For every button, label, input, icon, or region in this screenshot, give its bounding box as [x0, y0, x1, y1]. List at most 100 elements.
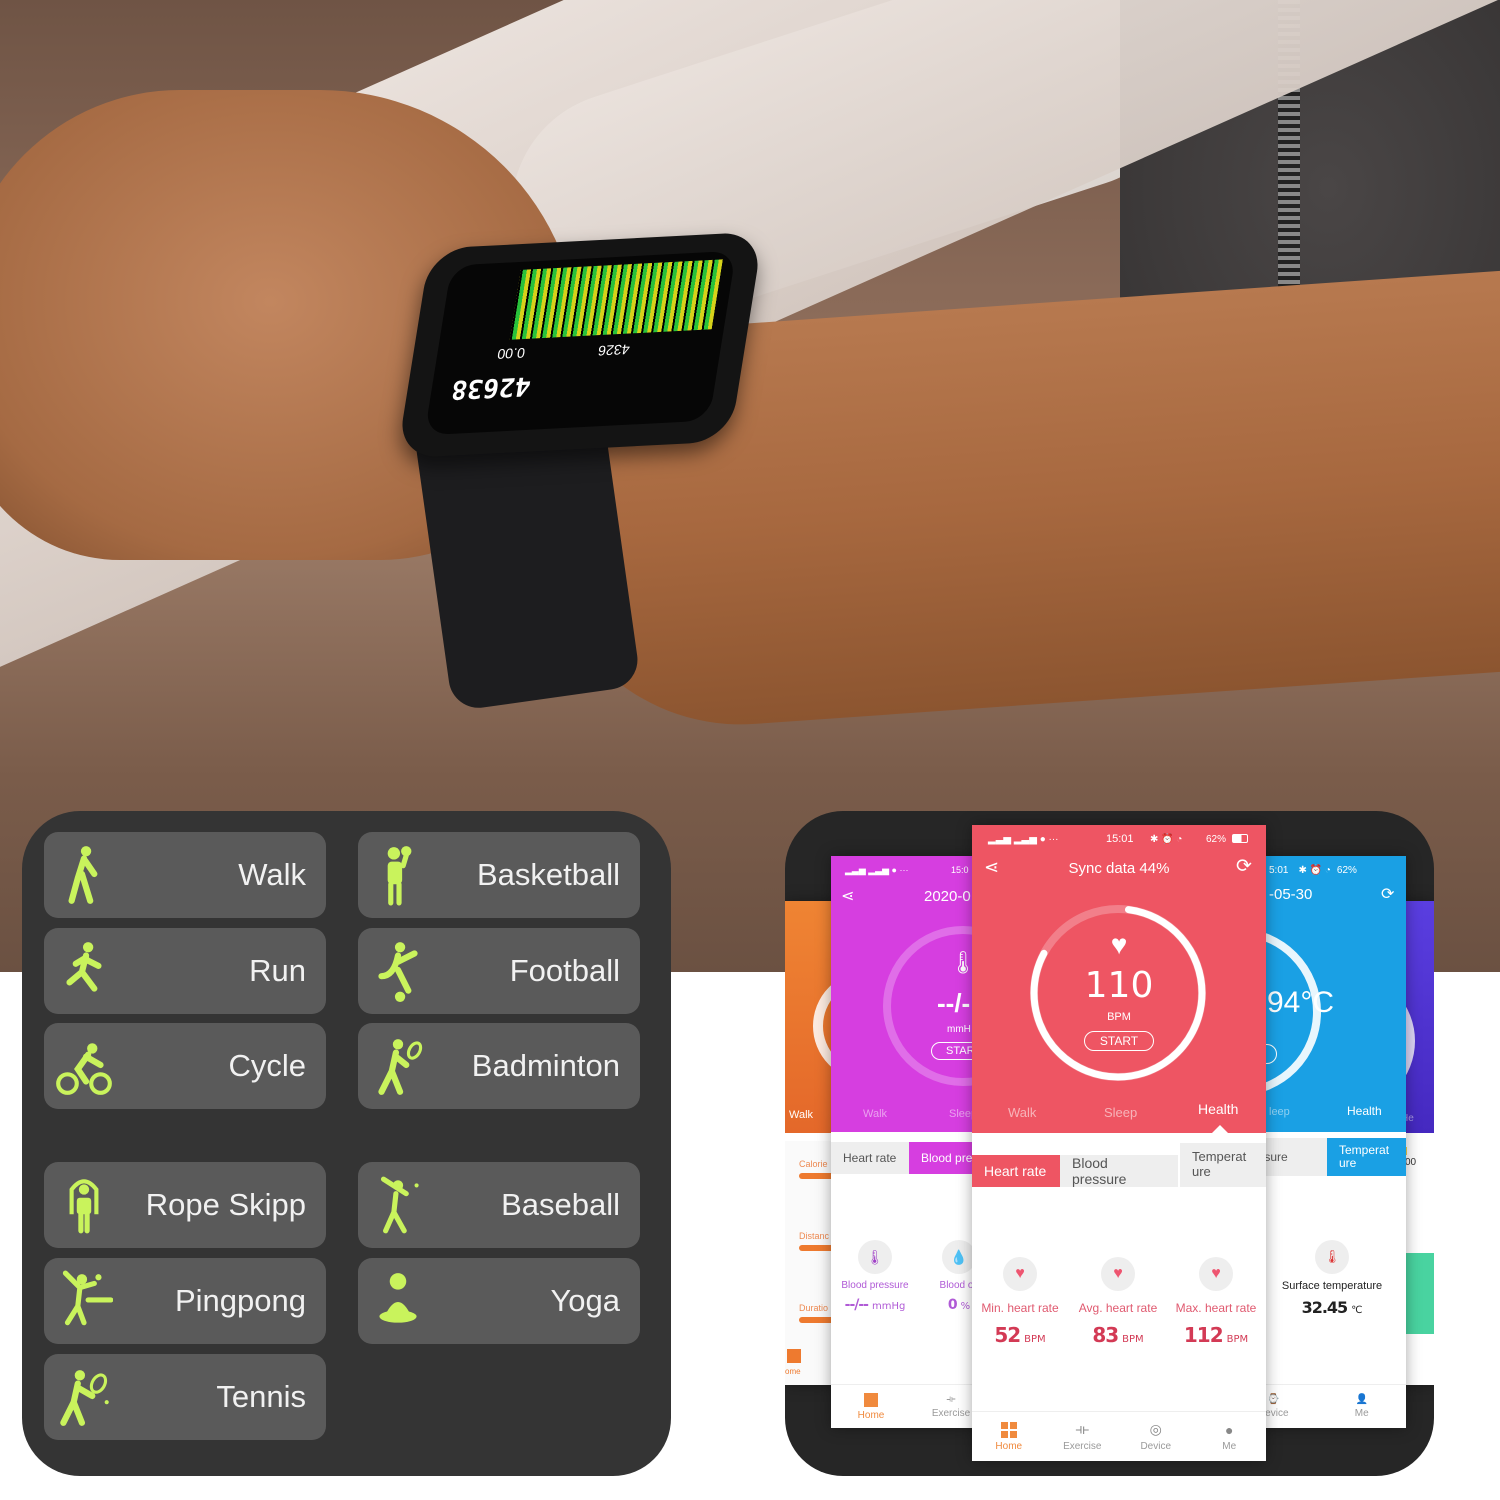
tab-sleep[interactable]: leep [1269, 1106, 1290, 1118]
sport-mode-basketball[interactable]: Basketball [358, 832, 640, 918]
walk-item: Duratio [799, 1303, 829, 1313]
nav-device[interactable]: ◎ Device [1119, 1412, 1193, 1461]
heart-rate-value: 110 [1084, 965, 1154, 1006]
stat-surface-temperature: 🌡 Surface temperature 32.45 ℃ [1267, 1240, 1397, 1317]
bottom-nav: Home ⟛ Exercise ◎ Device ● Me [972, 1411, 1266, 1461]
badminton-icon [366, 1031, 430, 1101]
app-screens-panel: Walk Calorie Distanc Duratio ome ▂▃▅ ▂▃▅… [785, 811, 1434, 1476]
watch-icon: ⌚ [1267, 1394, 1280, 1405]
sport-mode-football[interactable]: Football [358, 928, 640, 1014]
pingpong-icon [52, 1266, 116, 1336]
date-title: -05-30 [1269, 886, 1313, 903]
nav-me[interactable]: 👤 Me [1318, 1385, 1407, 1428]
tab-sleep[interactable]: Sleep [1104, 1105, 1137, 1120]
walk-icon [52, 840, 116, 910]
status-time: 15:01 [1106, 833, 1134, 845]
tab-walk[interactable]: Walk [1008, 1105, 1036, 1120]
tab-walk[interactable]: Walk [863, 1108, 887, 1120]
battery-level: 62% [1206, 833, 1227, 845]
nav-home[interactable]: Home [972, 1412, 1046, 1461]
tab-health[interactable]: Health [1347, 1104, 1382, 1118]
tennis-icon [52, 1362, 116, 1432]
phone-heart-rate-screen: ▂▃▅ ▂▃▅ ● ··· 15:01 ✱ ⏰ ◔ 62% ⋖ Sync dat… [972, 825, 1266, 1461]
signal-icon: ▂▃▅ ▂▃▅ ● ··· [988, 833, 1059, 845]
dumbbell-icon: ⟛ [1075, 1421, 1090, 1438]
subtab-heart-rate[interactable]: Heart rate [972, 1155, 1060, 1187]
walk-item: Distanc [799, 1231, 830, 1241]
sport-label: Tennis [216, 1379, 306, 1414]
subtab-heart-rate[interactable]: Heart rate [831, 1142, 909, 1174]
refresh-icon[interactable]: ⟳ [1236, 855, 1252, 878]
sport-label: Badminton [471, 1048, 620, 1083]
nav-home[interactable]: ome [785, 1367, 801, 1376]
temp-reading: 94°C [1267, 986, 1335, 1019]
start-measure-button[interactable]: START [1084, 1031, 1154, 1051]
thermometer-icon: 🌡 [1315, 1240, 1349, 1274]
status-icons: ✱ ⏰ ◔ [1150, 833, 1183, 845]
sport-mode-walk[interactable]: Walk [44, 832, 326, 918]
cycle-icon [52, 1031, 116, 1101]
sport-mode-yoga[interactable]: Yoga [358, 1258, 640, 1344]
status-time: 15:0 [951, 865, 969, 875]
nav-home[interactable]: Home [831, 1385, 911, 1428]
sports-modes-panel: Walk Basketball Run Football Cycle Badminton R… [22, 811, 671, 1476]
stat-max-heart-rate: ♥ Max. heart rate 112 BPM [1168, 1257, 1264, 1347]
sport-label: Cycle [228, 1048, 306, 1083]
yoga-icon [366, 1266, 430, 1336]
sport-mode-pingpong[interactable]: Pingpong [44, 1258, 326, 1344]
sport-mode-cycle[interactable]: Cycle [44, 1023, 326, 1109]
nav-exercise[interactable]: ⟛ Exercise [1046, 1412, 1120, 1461]
sport-mode-badminton[interactable]: Badminton [358, 1023, 640, 1109]
sport-label: Run [249, 953, 306, 988]
stat-blood-pressure: 🌡 Blood pressure --/-- mmHg [831, 1240, 923, 1313]
home-icon[interactable] [787, 1349, 801, 1363]
active-tab-indicator [1212, 1125, 1228, 1133]
heart-icon: ♥ [1101, 1257, 1135, 1291]
tab-walk[interactable]: Walk [789, 1109, 813, 1121]
sport-mode-rope-skipp[interactable]: Rope Skipp [44, 1162, 326, 1248]
person-icon: 👤 [1355, 1394, 1368, 1405]
heart-icon: ♥ [1110, 929, 1128, 960]
subtab-blood-pressure[interactable]: Blood pressure [1060, 1155, 1178, 1187]
subtab-temperature[interactable]: Temperat ure [1327, 1138, 1406, 1176]
stat-avg-heart-rate: ♥ Avg. heart rate 83 BPM [1070, 1257, 1166, 1347]
status-time: 5:01 [1269, 864, 1289, 876]
basketball-icon [366, 840, 430, 910]
sport-label: Walk [238, 857, 306, 892]
battery-level: 62% [1336, 864, 1357, 876]
walk-item: Calorie [799, 1159, 828, 1169]
smartwatch: 0.00 4326 42638 [396, 231, 764, 459]
share-icon[interactable]: ⋖ [841, 886, 854, 906]
person-icon: ● [1225, 1421, 1234, 1438]
sport-mode-baseball[interactable]: Baseball [358, 1162, 640, 1248]
status-icons: ✱ ⏰ ◔ [1298, 864, 1331, 876]
heart-pulse-icon: ♥ [1003, 1257, 1037, 1291]
baseball-icon [366, 1170, 430, 1240]
heart-rate-unit: BPM [1107, 1011, 1131, 1023]
drop-icon: 💧 [942, 1240, 976, 1274]
watch-icon: ◎ [1149, 1421, 1162, 1437]
refresh-icon[interactable]: ⟳ [1381, 884, 1394, 904]
phone-blood-pressure-screen: ▂▃▅ ▂▃▅ ● ··· 15:0 ⋖ 2020-0 🌡 --/- mmH S… [831, 856, 991, 1428]
date-title: 2020-0 [924, 888, 971, 905]
nav-me[interactable]: ● Me [1193, 1412, 1267, 1461]
subtab-temperature[interactable]: Temperat ure [1180, 1143, 1266, 1187]
battery-icon [1232, 834, 1248, 843]
sport-label: Yoga [550, 1283, 620, 1318]
heart-pulse-icon: ♥ [1199, 1257, 1233, 1291]
sport-label: Rope Skipp [145, 1187, 306, 1222]
sport-mode-tennis[interactable]: Tennis [44, 1354, 326, 1440]
sport-label: Football [509, 953, 620, 988]
watch-activity-bars [509, 259, 723, 340]
tab-health[interactable]: Health [1198, 1101, 1238, 1117]
dumbbell-icon: ⟛ [946, 1394, 956, 1405]
sport-mode-run[interactable]: Run [44, 928, 326, 1014]
watch-steps: 42638 [449, 370, 534, 405]
football-icon [366, 936, 430, 1006]
sport-label: Baseball [501, 1187, 620, 1222]
home-icon [864, 1392, 878, 1407]
watch-screen: 0.00 4326 42638 [424, 250, 737, 436]
bp-unit: mmH [947, 1024, 971, 1035]
watch-calories: 4326 [596, 341, 631, 359]
violet-value: 00 [1405, 1157, 1417, 1168]
